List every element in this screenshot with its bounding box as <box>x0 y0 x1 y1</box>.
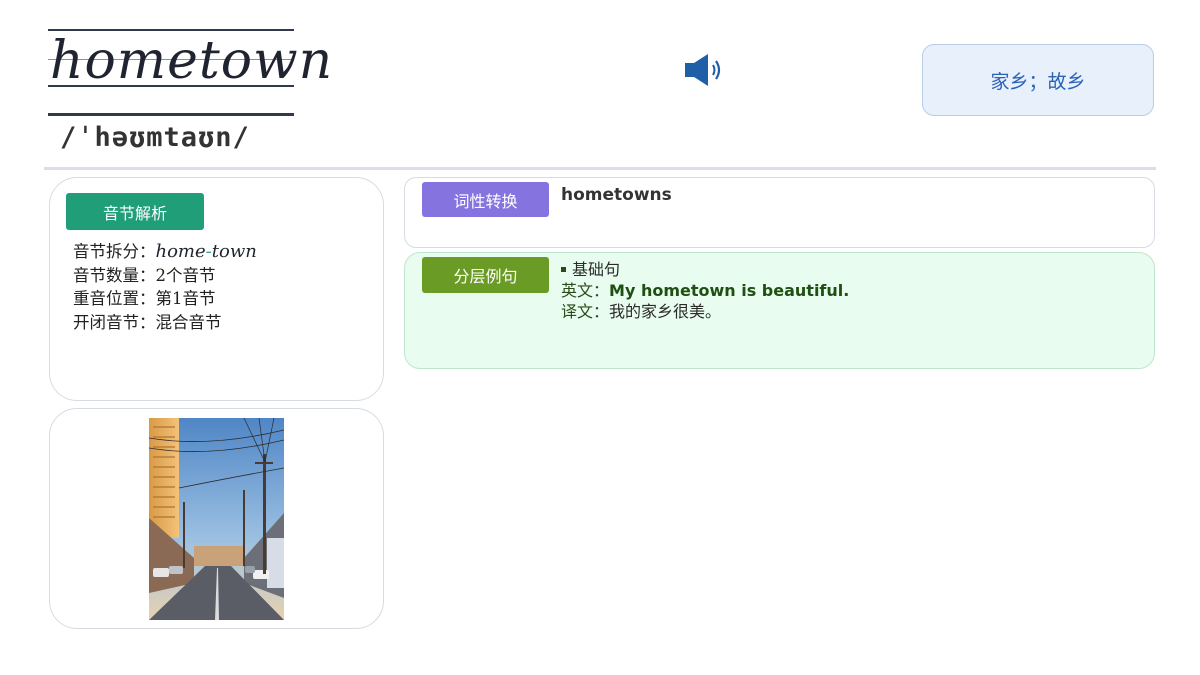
translation-label: 译文： <box>561 302 610 321</box>
example-sentences-card: 分层例句 基础句 英文：My hometown is beautiful. 译文… <box>404 252 1155 369</box>
syllable-count-label: 音节数量： <box>73 265 156 285</box>
syllable-split-row: 音节拆分：home-town <box>73 240 257 264</box>
syllable-type-label: 开闭音节： <box>73 312 156 332</box>
header-divider <box>44 167 1156 170</box>
word-forms-card: 词性转换 hometowns <box>404 177 1155 248</box>
english-sentence: My hometown is beautiful. <box>609 281 850 300</box>
bullet-icon <box>561 266 566 272</box>
syllable-count-value: 2个音节 <box>155 265 216 285</box>
example-level-row: 基础句 <box>561 259 849 280</box>
example-english-row: 英文：My hometown is beautiful. <box>561 280 849 301</box>
syllable-split-value: home-town <box>156 241 257 262</box>
word-title: hometown <box>50 31 334 91</box>
writing-line-bottom <box>48 113 294 116</box>
hometown-street-photo <box>149 418 284 620</box>
speaker-icon[interactable] <box>684 52 728 88</box>
syllable-type-row: 开闭音节：混合音节 <box>73 311 257 335</box>
stress-position-row: 重音位置：第1音节 <box>73 287 257 311</box>
word-forms-tag: 词性转换 <box>422 182 549 217</box>
meaning-text: 家乡；故乡 <box>990 70 1086 93</box>
stress-position-value: 第1音节 <box>155 289 216 308</box>
syllable-analysis-card: 音节解析 音节拆分：home-town 音节数量：2个音节 重音位置：第1音节 … <box>49 177 384 401</box>
example-chinese-row: 译文：我的家乡很美。 <box>561 301 849 322</box>
word-form-value: hometowns <box>561 185 672 205</box>
example-sentences-tag: 分层例句 <box>422 257 549 293</box>
syllable-type-value: 混合音节 <box>155 312 222 332</box>
syllable-split-label: 音节拆分： <box>73 242 156 261</box>
example-level: 基础句 <box>572 260 621 279</box>
example-body: 基础句 英文：My hometown is beautiful. 译文：我的家乡… <box>561 259 849 322</box>
syllable-part-1: home <box>155 241 206 262</box>
syllable-part-2: town <box>211 241 257 262</box>
syllable-count-row: 音节数量：2个音节 <box>73 264 257 288</box>
english-label: 英文： <box>561 281 610 300</box>
syllable-info: 音节拆分：home-town 音节数量：2个音节 重音位置：第1音节 开闭音节：… <box>73 240 257 334</box>
meaning-box: 家乡；故乡 <box>922 44 1154 116</box>
phonetic-transcription: /ˈhəʊmtaʊn/ <box>60 122 250 153</box>
chinese-translation: 我的家乡很美。 <box>609 302 722 321</box>
stress-position-label: 重音位置： <box>73 289 156 308</box>
illustration-card <box>49 408 384 629</box>
syllable-analysis-tag: 音节解析 <box>66 193 204 230</box>
word-display: hometown <box>48 26 332 118</box>
